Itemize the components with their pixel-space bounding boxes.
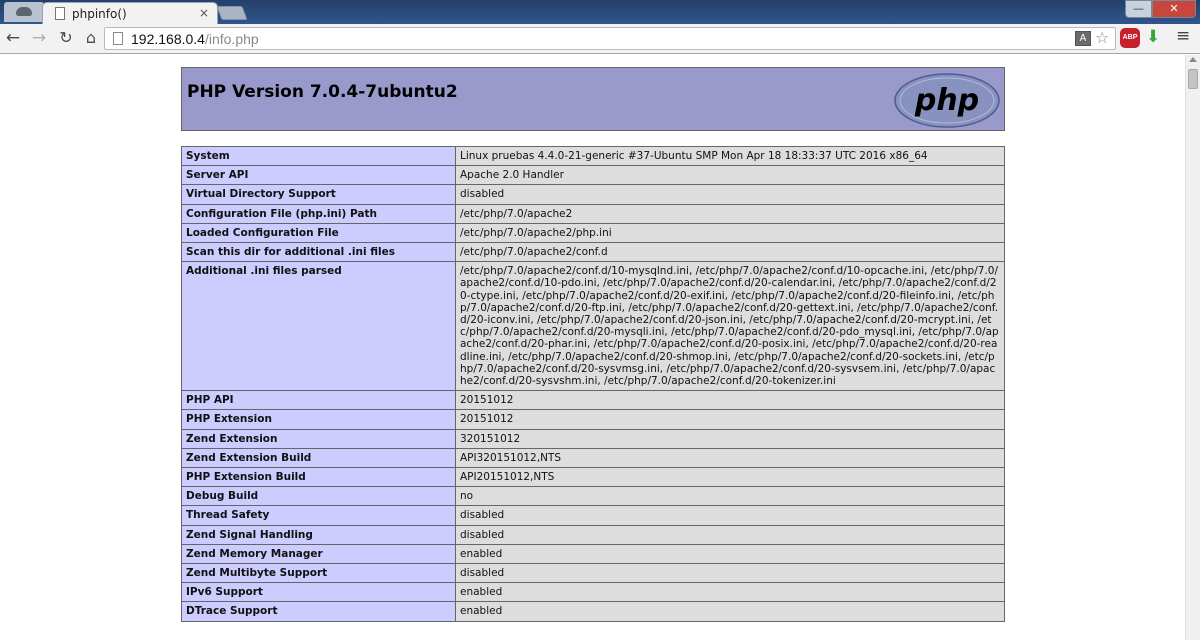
tab-phpinfo[interactable]: phpinfo() × <box>42 2 218 25</box>
row-value: 320151012 <box>455 428 1005 449</box>
row-value: 20151012 <box>455 390 1005 411</box>
row-label: Server API <box>181 165 456 186</box>
new-tab-button[interactable] <box>216 6 248 20</box>
row-value: enabled <box>455 601 1005 622</box>
page-title: PHP Version 7.0.4-7ubuntu2 <box>187 82 458 102</box>
tab-title: phpinfo() <box>72 7 127 21</box>
row-value: disabled <box>455 184 1005 205</box>
window-controls: — ✕ <box>1125 0 1196 18</box>
table-row: Zend Memory Manager enabled <box>181 543 1005 565</box>
home-icon[interactable]: ⌂ <box>80 27 102 49</box>
row-value: disabled <box>455 524 1005 545</box>
php-logo-text: php <box>914 83 979 118</box>
row-value: 20151012 <box>455 409 1005 430</box>
row-label: Zend Multibyte Support <box>181 563 456 584</box>
bookmark-star-icon[interactable]: ☆ <box>1095 28 1109 47</box>
php-info-table: System Linux pruebas 4.4.0-21-generic #37… <box>181 145 1005 622</box>
page-viewport: PHP Version 7.0.4-7ubuntu2 php System Lin… <box>0 55 1185 640</box>
table-row: Zend Multibyte Support disabled <box>181 563 1005 584</box>
row-label: System <box>181 145 456 167</box>
row-label: Virtual Directory Support <box>181 184 456 205</box>
table-row: IPv6 Support enabled <box>181 582 1005 603</box>
browser-toolbar: ← → ↻ ⌂ 192.168.0.4/info.php A ☆ ABP ⬇ ≡ <box>0 24 1200 54</box>
row-value: API320151012,NTS <box>455 447 1005 469</box>
tab-close-icon[interactable]: × <box>199 6 209 20</box>
table-row: Thread Safety disabled <box>181 505 1005 526</box>
table-row: Scan this dir for additional .ini files /… <box>181 242 1005 263</box>
title-bar: phpinfo() × — ✕ <box>0 0 1200 25</box>
reload-icon[interactable]: ↻ <box>55 27 77 49</box>
scrollbar-thumb[interactable] <box>1188 69 1198 89</box>
row-label: Zend Signal Handling <box>181 524 456 545</box>
translate-icon[interactable]: A <box>1075 31 1091 46</box>
row-label: Zend Memory Manager <box>181 543 456 565</box>
row-label: Zend Extension <box>181 428 456 449</box>
vertical-scrollbar[interactable] <box>1185 55 1200 640</box>
row-label: PHP Extension <box>181 409 456 430</box>
row-value: /etc/php/7.0/apache2 <box>455 203 1005 224</box>
row-value: enabled <box>455 543 1005 565</box>
php-version-header: PHP Version 7.0.4-7ubuntu2 php <box>181 67 1005 131</box>
php-logo[interactable]: php <box>894 73 1000 128</box>
row-value: disabled <box>455 563 1005 584</box>
url-path: /info.php <box>204 31 259 47</box>
row-label: Debug Build <box>181 486 456 507</box>
row-value: /etc/php/7.0/apache2/conf.d <box>455 242 1005 263</box>
page-icon <box>55 7 65 20</box>
row-label: IPv6 Support <box>181 582 456 603</box>
table-row: System Linux pruebas 4.4.0-21-generic #37… <box>181 145 1005 167</box>
table-row: PHP Extension Build API20151012,NTS <box>181 467 1005 488</box>
adblock-plus-icon[interactable]: ABP <box>1120 28 1140 48</box>
minimize-button[interactable]: — <box>1125 0 1152 18</box>
row-value: /etc/php/7.0/apache2/conf.d/10-mysqlnd.i… <box>455 261 1005 392</box>
row-label: Configuration File (php.ini) Path <box>181 203 456 224</box>
row-value: /etc/php/7.0/apache2/php.ini <box>455 222 1005 244</box>
table-row: Additional .ini files parsed/etc/php/7.0… <box>181 261 1005 392</box>
row-value: Apache 2.0 Handler <box>455 165 1005 186</box>
table-row: Loaded Configuration File/etc/php/7.0/ap… <box>181 222 1005 244</box>
close-window-button[interactable]: ✕ <box>1152 0 1196 18</box>
row-label: Additional .ini files parsed <box>181 261 456 392</box>
row-label: PHP API <box>181 390 456 411</box>
forward-arrow-icon[interactable]: → <box>28 27 50 49</box>
menu-icon[interactable]: ≡ <box>1176 26 1190 46</box>
page-icon <box>113 32 123 45</box>
table-row: Zend Extension 320151012 <box>181 428 1005 449</box>
row-value: no <box>455 486 1005 507</box>
row-label: Loaded Configuration File <box>181 222 456 244</box>
url-text[interactable]: 192.168.0.4/info.php <box>131 31 259 47</box>
row-value: API20151012,NTS <box>455 467 1005 488</box>
table-row: PHP Extension 20151012 <box>181 409 1005 430</box>
address-bar[interactable]: 192.168.0.4/info.php A ☆ <box>104 27 1116 50</box>
url-host: 192.168.0.4 <box>131 31 205 47</box>
row-value: Linux pruebas 4.4.0-21-generic #37-Ubunt… <box>455 145 1005 167</box>
table-row: Zend Signal Handling disabled <box>181 524 1005 545</box>
scroll-up-arrow-icon[interactable] <box>1189 57 1197 62</box>
table-row: Zend Extension Build API320151012,NTS <box>181 447 1005 469</box>
row-label: Scan this dir for additional .ini files <box>181 242 456 263</box>
table-row: Debug Build no <box>181 486 1005 507</box>
row-value: enabled <box>455 582 1005 603</box>
back-arrow-icon[interactable]: ← <box>2 27 24 49</box>
row-label: DTrace Support <box>181 601 456 622</box>
row-label: Zend Extension Build <box>181 447 456 469</box>
table-row: DTrace Support enabled <box>181 601 1005 622</box>
row-label: Thread Safety <box>181 505 456 526</box>
table-row: PHP API 20151012 <box>181 390 1005 411</box>
download-icon[interactable]: ⬇ <box>1146 27 1160 47</box>
row-label: PHP Extension Build <box>181 467 456 488</box>
row-value: disabled <box>455 505 1005 526</box>
table-row: Virtual Directory Support disabled <box>181 184 1005 205</box>
profile-avatar-icon[interactable] <box>4 2 44 22</box>
table-row: Configuration File (php.ini) Path/etc/ph… <box>181 203 1005 224</box>
table-row: Server API Apache 2.0 Handler <box>181 165 1005 186</box>
